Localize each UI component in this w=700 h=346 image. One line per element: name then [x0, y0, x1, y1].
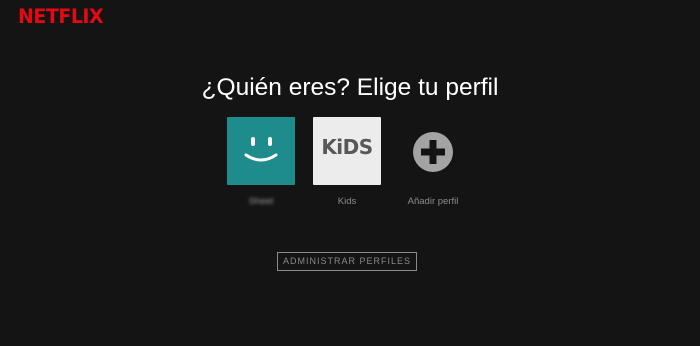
page-title: ¿Quién eres? Elige tu perfil [201, 74, 499, 101]
netflix-logo[interactable]: NETFLIX [18, 5, 104, 28]
profile-avatar[interactable] [227, 117, 295, 185]
add-profile-label: Añadir perfil [407, 196, 459, 207]
smiley-face-icon [244, 137, 278, 162]
manage-profiles-button[interactable]: ADMINISTRAR PERFILES [277, 252, 417, 271]
profile-name: Sheet [248, 196, 274, 207]
profile-avatar[interactable]: KiDS [313, 117, 381, 185]
profile-item-primary[interactable]: Sheet [227, 117, 295, 207]
profile-name: Kids [337, 196, 357, 207]
kids-logo: KiDS [321, 135, 373, 159]
plus-circle-icon [413, 132, 453, 172]
add-profile-button[interactable] [398, 117, 468, 185]
profile-item-kids[interactable]: KiDS Kids [313, 117, 381, 207]
add-profile-item[interactable]: Añadir perfil [398, 117, 468, 207]
